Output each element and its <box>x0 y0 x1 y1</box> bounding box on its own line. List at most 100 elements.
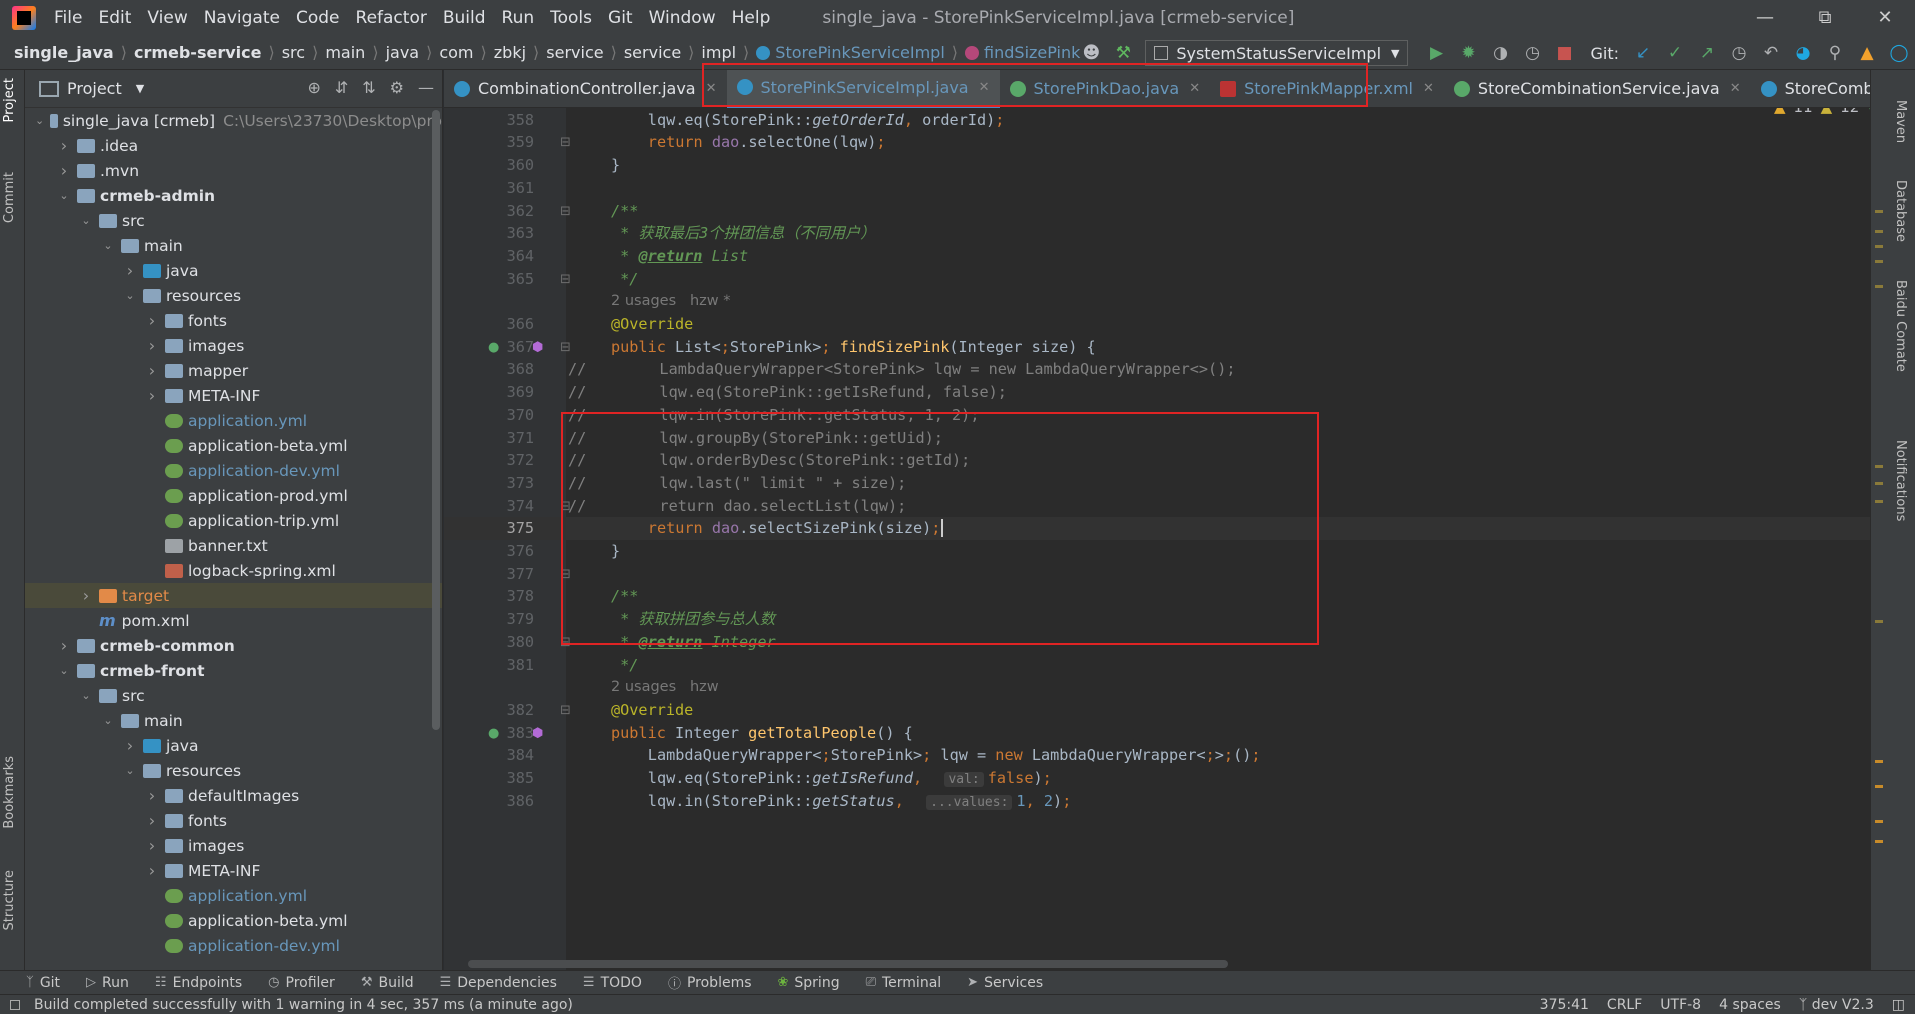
code-line[interactable]: 384 LambdaQueryWrapper<;StorePink>; lqw =… <box>444 744 1870 767</box>
breadcrumb-item[interactable]: java <box>386 43 420 62</box>
editor-tab[interactable]: StorePinkDao.java ✕ <box>1000 70 1211 108</box>
minimize-icon[interactable]: — <box>1735 0 1795 36</box>
chevron-right-icon[interactable]: › <box>145 361 159 380</box>
code-line[interactable]: 382 @Override <box>444 699 1870 722</box>
close-tab-icon[interactable]: ✕ <box>706 81 717 96</box>
hide-icon[interactable]: — <box>418 78 434 97</box>
chevron-right-icon[interactable]: › <box>145 836 159 855</box>
chevron-right-icon[interactable]: › <box>145 786 159 805</box>
git-commit-icon[interactable]: ✓ <box>1663 41 1687 65</box>
chevron-right-icon[interactable]: › <box>145 861 159 880</box>
chevron-down-icon[interactable]: ⌄ <box>123 764 137 777</box>
code-line[interactable]: 368 // LambdaQueryWrapper<StorePink> lqw … <box>444 358 1870 381</box>
tree-item[interactable]: application-trip.yml <box>25 508 442 533</box>
chevron-right-icon[interactable]: › <box>57 636 71 655</box>
tool-build[interactable]: ⚒ Build <box>361 975 414 991</box>
code-line[interactable]: 362 /** <box>444 200 1870 223</box>
search-icon[interactable]: ⚲ <box>1823 41 1847 65</box>
line-separator[interactable]: CRLF <box>1607 997 1642 1013</box>
tree-item[interactable]: ⌄ main <box>25 233 442 258</box>
menu-edit[interactable]: Edit <box>90 8 139 28</box>
code-vision-hint[interactable]: 2 usages hzw * <box>611 290 731 313</box>
caret-position[interactable]: 375:41 <box>1540 997 1589 1013</box>
tool-dependencies[interactable]: ☰ Dependencies <box>440 975 557 991</box>
tree-item[interactable]: › .mvn <box>25 158 442 183</box>
code-line[interactable]: 359 return dao.selectOne(lqw); <box>444 131 1870 154</box>
tree-item[interactable]: › META-INF <box>25 858 442 883</box>
chevron-right-icon[interactable]: › <box>123 736 137 755</box>
editor-tab[interactable]: StorePinkMapper.xml ✕ <box>1210 70 1444 108</box>
run-icon[interactable]: ▶ <box>1424 41 1448 65</box>
editor-tab[interactable]: CombinationController.java ✕ <box>444 70 727 108</box>
chevron-right-icon[interactable]: › <box>57 136 71 155</box>
code-line[interactable]: 372 // lqw.orderByDesc(StorePink::getId); <box>444 449 1870 472</box>
breadcrumb-item[interactable]: service <box>624 43 681 62</box>
breadcrumb-item[interactable]: com <box>439 43 473 62</box>
chevron-down-icon[interactable]: ⌄ <box>79 689 93 702</box>
tree-item[interactable]: › target <box>25 583 442 608</box>
code-line[interactable]: 363 * 获取最后3个拼团信息（不同用户） <box>444 222 1870 245</box>
code-line[interactable]: 383 public Integer getTotalPeople() { <box>444 722 1870 745</box>
expand-all-icon[interactable]: ⇵ <box>335 78 348 97</box>
comate-icon[interactable]: ◕ <box>1791 41 1815 65</box>
tree-item[interactable]: ⌄ crmeb-front <box>25 658 442 683</box>
code-line[interactable]: 373 // lqw.last(" limit " + size); <box>444 472 1870 495</box>
code-line[interactable]: 367 public List<;StorePink>; findSizePink… <box>444 336 1870 359</box>
close-tab-icon[interactable]: ✕ <box>1189 81 1200 96</box>
tree-item[interactable]: ⌄ resources <box>25 283 442 308</box>
project-scrollbar[interactable] <box>432 110 440 730</box>
tab-project[interactable]: Project <box>2 78 17 122</box>
tree-item[interactable]: m pom.xml <box>25 608 442 633</box>
chevron-right-icon[interactable]: › <box>145 386 159 405</box>
restore-icon[interactable]: ⧉ <box>1795 0 1855 36</box>
status-message[interactable]: Build completed successfully with 1 warn… <box>34 997 573 1013</box>
chevron-down-icon[interactable]: ⌄ <box>79 214 93 227</box>
tree-item[interactable]: logback-spring.xml <box>25 558 442 583</box>
chevron-right-icon[interactable]: › <box>57 161 71 180</box>
tab-structure[interactable]: Structure <box>2 870 17 930</box>
tab-bookmarks[interactable]: Bookmarks <box>2 756 17 829</box>
menu-git[interactable]: Git <box>600 8 641 28</box>
tree-item[interactable]: ⌄ single_java [crmeb] C:\Users\23730\Deskt… <box>25 108 442 133</box>
tool-run[interactable]: ▷ Run <box>86 975 129 991</box>
menu-build[interactable]: Build <box>435 8 494 28</box>
tree-item[interactable]: › fonts <box>25 308 442 333</box>
coverage-icon[interactable]: ◑ <box>1488 41 1512 65</box>
tree-item[interactable]: application-beta.yml <box>25 908 442 933</box>
tool-todo[interactable]: ☰ TODO <box>583 975 642 991</box>
chevron-down-icon[interactable]: ⌄ <box>57 664 71 677</box>
code-line[interactable]: 360} <box>444 154 1870 177</box>
chevron-right-icon[interactable]: › <box>145 811 159 830</box>
code-line[interactable]: 361 <box>444 177 1870 200</box>
menu-window[interactable]: Window <box>641 8 724 28</box>
hammer-icon[interactable]: ⚒ <box>1111 41 1135 65</box>
editor-tab[interactable]: StorePinkServiceImpl.java ✕ <box>726 69 1000 108</box>
chevron-right-icon[interactable]: › <box>145 311 159 330</box>
code-line[interactable]: 379 * 获取拼团参与总人数 <box>444 608 1870 631</box>
update-icon[interactable]: ▲ <box>1855 41 1879 65</box>
editor-tab[interactable]: StoreCombinationService.java ✕ <box>1444 70 1751 108</box>
code-line[interactable]: 376} <box>444 540 1870 563</box>
menu-view[interactable]: View <box>139 8 195 28</box>
tool-profiler[interactable]: ◷ Profiler <box>268 975 335 991</box>
code-line[interactable]: 377 <box>444 563 1870 586</box>
tree-item[interactable]: › .idea <box>25 133 442 158</box>
tab-notifications[interactable]: Notifications <box>1893 440 1908 521</box>
breadcrumb-item[interactable]: service <box>546 43 603 62</box>
tree-item[interactable]: › META-INF <box>25 383 442 408</box>
chevron-down-icon[interactable]: ⌄ <box>123 289 137 302</box>
close-icon[interactable]: ✕ <box>1855 0 1915 36</box>
rollback-icon[interactable]: ↶ <box>1759 41 1783 65</box>
chevron-right-icon[interactable]: › <box>79 586 93 605</box>
tree-item[interactable]: ⌄ src <box>25 208 442 233</box>
chevron-right-icon[interactable]: › <box>123 261 137 280</box>
tree-item[interactable]: › mapper <box>25 358 442 383</box>
chevron-down-icon[interactable]: ⌄ <box>35 114 44 127</box>
code-line[interactable]: 364 * @return List <box>444 245 1870 268</box>
menu-file[interactable]: File <box>46 8 90 28</box>
tree-item[interactable]: application.yml <box>25 408 442 433</box>
code-line[interactable]: 374 // return dao.selectList(lqw); <box>444 495 1870 518</box>
tab-commit[interactable]: Commit <box>2 172 17 223</box>
project-panel-title[interactable]: Project <box>67 79 122 98</box>
code-line[interactable]: 386 lqw.in(StorePink::getStatus, ...value… <box>444 790 1870 813</box>
